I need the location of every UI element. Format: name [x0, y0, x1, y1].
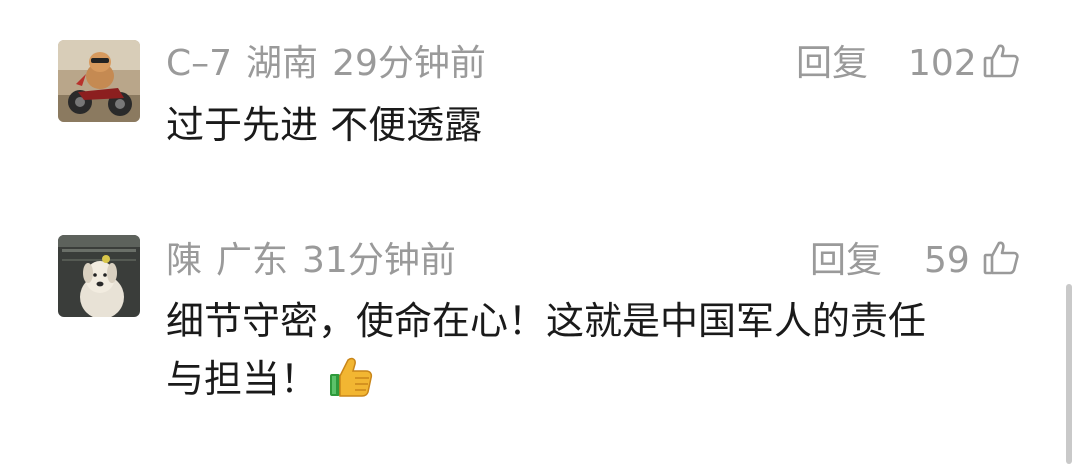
reply-button[interactable]: 回复 — [810, 243, 882, 279]
avatar[interactable] — [58, 40, 140, 122]
comment-text-line: 与担当！ — [166, 350, 1026, 408]
comment-meta: C–7 湖南 29分钟前 — [166, 46, 500, 82]
location: 广东 — [216, 240, 289, 281]
thumbs-up-icon[interactable] — [982, 239, 1020, 277]
comment-text-fragment: 与担当！ — [166, 357, 319, 401]
comment-item: C–7 湖南 29分钟前 回复 102 过于先进 不便透露 — [0, 0, 1080, 200]
like-count: 102 — [908, 43, 977, 84]
timestamp: 29分钟前 — [332, 43, 486, 84]
thumbs-up-icon[interactable] — [982, 42, 1020, 80]
comment-text: 细节守密，使命在心！这就是中国军人的责任 与担当！ — [166, 292, 1026, 408]
scrollbar[interactable] — [1066, 284, 1072, 464]
like-count: 59 — [924, 240, 970, 281]
comment-item: 陳广东 31分钟前 回复 59 细节守密，使命在心！这就是中国军人的责任 与担当！ — [0, 200, 1080, 464]
comment-text: 过于先进 不便透露 — [166, 103, 483, 147]
username[interactable]: 陳 — [166, 240, 202, 281]
comment-text-line: 细节守密，使命在心！这就是中国军人的责任 — [166, 299, 927, 343]
thumbs-up-emoji-icon — [328, 354, 374, 398]
comment-meta: 陳广东 31分钟前 — [166, 243, 470, 279]
username[interactable]: C–7 — [166, 43, 232, 84]
avatar[interactable] — [58, 235, 140, 317]
white-dog-avatar-icon — [58, 235, 140, 317]
timestamp: 31分钟前 — [302, 240, 456, 281]
dog-on-motorcycle-avatar-icon — [58, 40, 140, 122]
reply-button[interactable]: 回复 — [796, 46, 868, 82]
location: 湖南 — [246, 43, 319, 84]
